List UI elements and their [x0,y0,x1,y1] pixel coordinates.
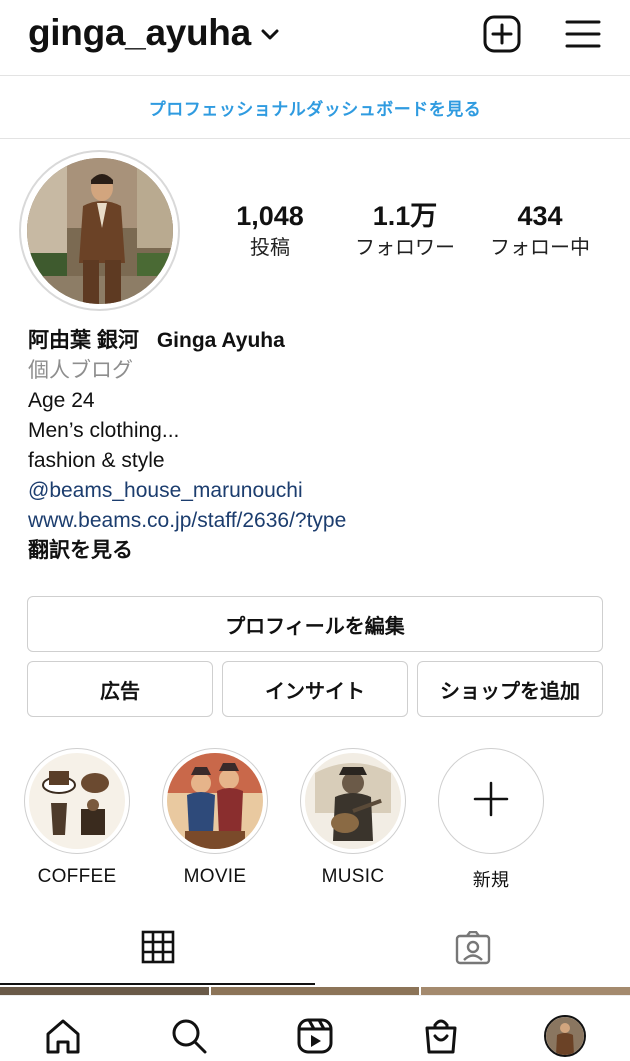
bio-line: Age 24 [28,389,95,412]
bio-line: fashion & style [28,449,165,472]
home-icon[interactable] [41,1014,85,1058]
post-thumbnail[interactable] [421,987,630,995]
movie-highlight-image [167,753,263,849]
following-value: 434 [517,201,563,231]
music-highlight-image [305,753,401,849]
highlight-ring [438,748,544,854]
tagged-icon [455,930,491,969]
following-label: フォロー中 [490,235,590,259]
highlight-movie[interactable]: MOVIE [160,748,270,888]
post-thumbnail[interactable] [210,987,420,995]
highlight-label: 新規 [472,870,510,891]
profile-header: ginga_ayuha [0,0,630,76]
posts-label: 投稿 [250,235,290,259]
tab-tagged[interactable] [315,915,630,985]
ads-button[interactable]: 広告 [27,661,213,717]
display-name: 阿由葉 銀河 Ginga Ayuha [28,326,608,356]
insights-button[interactable]: インサイト [222,661,408,717]
name-jp: 阿由葉 銀河 [28,329,139,352]
followers-label: フォロワー [355,235,455,259]
shop-icon[interactable] [419,1014,463,1058]
profile-avatar[interactable] [543,1014,587,1058]
search-icon[interactable] [167,1014,211,1058]
bio-line: Men’s clothing... [28,419,180,442]
highlight-label: MUSIC [321,866,385,887]
grid-icon [141,930,175,968]
chevron-down-icon [261,26,279,45]
bottom-navigation [0,995,630,1061]
name-en: Ginga Ayuha [156,329,285,352]
website-link[interactable]: www.beams.co.jp/staff/2636/?type [28,506,608,536]
mention-link[interactable]: @beams_house_marunouchi [28,476,608,506]
edit-profile-button[interactable]: プロフィールを編集 [27,596,603,652]
followers-count[interactable]: 1.1万 フォロワー [335,200,475,262]
profile-category: 個人ブログ [28,359,133,382]
dashboard-bar: プロフェッショナルダッシュボードを見る [0,77,630,139]
highlight-ring [162,748,268,854]
profile-avatar[interactable] [26,157,173,304]
highlight-label: COFFEE [37,866,117,887]
highlight-label: MOVIE [183,866,247,887]
username: ginga_ayuha [28,12,251,53]
posts-grid-preview [0,987,630,995]
highlight-coffee[interactable]: COFFEE [22,748,132,888]
plus-icon [473,781,509,821]
post-thumbnail[interactable] [0,987,209,995]
account-switcher[interactable]: ginga_ayuha [28,12,279,54]
highlight-ring [300,748,406,854]
profile-bio: 阿由葉 銀河 Ginga Ayuha 個人ブログ Age 24 Men’s clo… [28,326,608,566]
highlight-music[interactable]: MUSIC [298,748,408,888]
professional-dashboard-link[interactable]: プロフェッショナルダッシュボードを見る [149,95,482,120]
tab-posts-grid[interactable] [0,915,315,985]
posts-count[interactable]: 1,048 投稿 [200,200,340,262]
following-count[interactable]: 434 フォロー中 [470,200,610,262]
reels-icon[interactable] [293,1014,337,1058]
coffee-highlight-image [29,753,125,849]
highlight-ring [24,748,130,854]
followers-value: 1.1万 [372,201,438,231]
posts-value: 1,048 [236,201,304,231]
profile-avatar-ring[interactable] [19,150,180,311]
new-post-icon[interactable] [482,14,522,54]
add-shop-button[interactable]: ショップを追加 [417,661,603,717]
highlight-new[interactable]: 新規 [436,748,546,892]
nav-avatar-image [544,1015,586,1057]
translate-link[interactable]: 翻訳を見る [28,536,608,566]
hamburger-menu-icon[interactable] [563,14,603,54]
